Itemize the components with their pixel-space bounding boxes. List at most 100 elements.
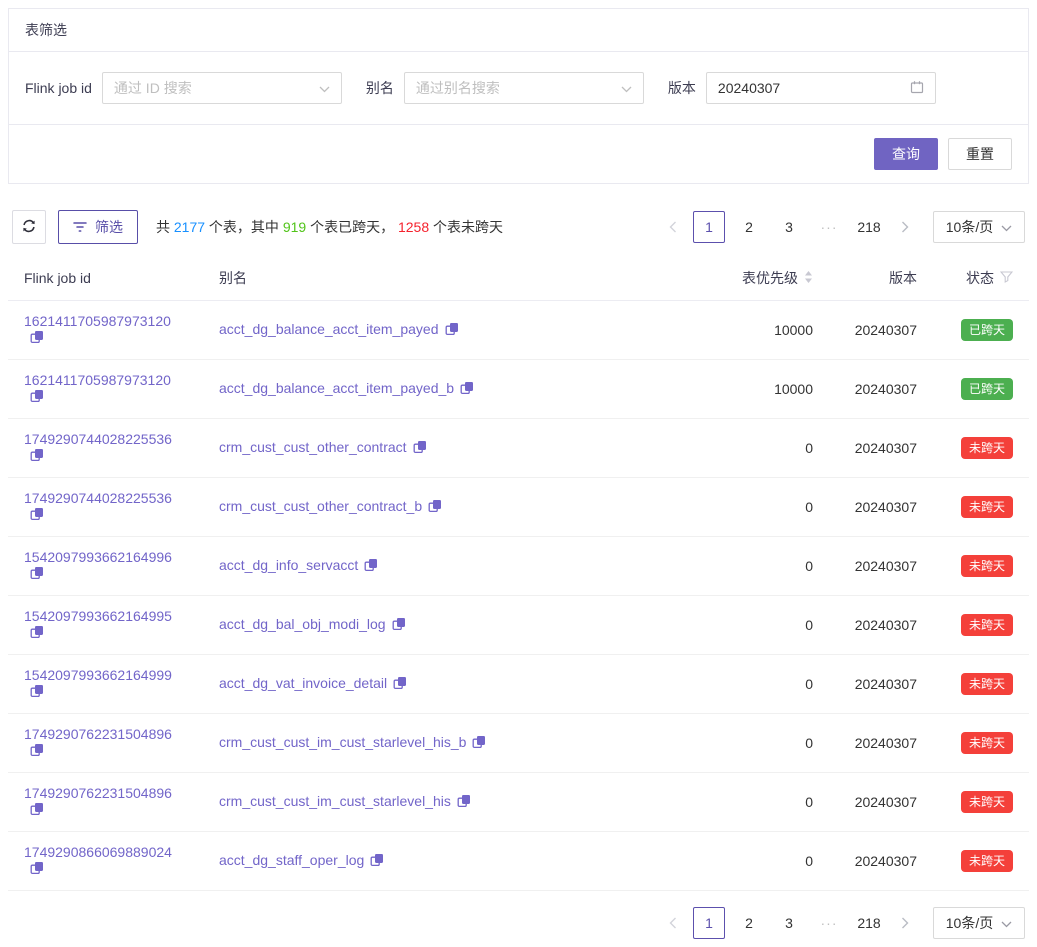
cell-version: 20240307 xyxy=(829,478,933,537)
copy-icon[interactable] xyxy=(30,685,44,701)
flink-job-id-link[interactable]: 1749290744028225536 xyxy=(24,431,172,447)
field-alias: 别名 通过别名搜索 xyxy=(366,72,644,104)
cell-priority: 0 xyxy=(679,714,829,773)
flink-job-id-link[interactable]: 1542097993662164995 xyxy=(24,608,172,624)
status-badge: 未跨天 xyxy=(961,496,1013,518)
cell-version: 20240307 xyxy=(829,773,933,832)
flink-job-id-link[interactable]: 1749290744028225536 xyxy=(24,490,172,506)
toolbar: 筛选 共 2177 个表，其中 919 个表已跨天， 1258 个表未跨天 12… xyxy=(8,210,1029,244)
copy-icon[interactable] xyxy=(30,331,44,347)
page-size-select[interactable]: 10条/页 xyxy=(933,907,1025,939)
copy-icon[interactable] xyxy=(472,736,486,752)
alias-link[interactable]: acct_dg_bal_obj_modi_log xyxy=(219,616,386,632)
status-badge: 未跨天 xyxy=(961,555,1013,577)
copy-icon[interactable] xyxy=(393,677,407,693)
summary-part3: 个表已跨天， xyxy=(306,219,398,235)
status-badge: 未跨天 xyxy=(961,614,1013,636)
table-container: Flink job id 别名 表优先级 xyxy=(8,256,1029,891)
cell-alias: acct_dg_bal_obj_modi_log xyxy=(203,596,679,655)
alias-link[interactable]: acct_dg_info_servacct xyxy=(219,557,358,573)
copy-icon[interactable] xyxy=(30,803,44,819)
alias-link[interactable]: acct_dg_balance_acct_item_payed xyxy=(219,321,439,337)
page-item-1[interactable]: 1 xyxy=(693,907,725,939)
prev-page-icon[interactable] xyxy=(661,211,685,243)
sorter-icon[interactable] xyxy=(804,270,813,287)
copy-icon[interactable] xyxy=(364,559,378,575)
header-priority-label: 表优先级 xyxy=(742,268,798,288)
page-item-2[interactable]: 2 xyxy=(733,907,765,939)
copy-icon[interactable] xyxy=(428,500,442,516)
page-item-3[interactable]: 3 xyxy=(773,211,805,243)
copy-icon[interactable] xyxy=(370,854,384,870)
reset-button[interactable]: 重置 xyxy=(948,138,1012,170)
page-item-218[interactable]: 218 xyxy=(853,211,885,243)
cell-flink-job-id: 1749290866069889024 xyxy=(8,832,203,891)
flink-job-id-link[interactable]: 1621411705987973120 xyxy=(24,313,171,329)
copy-icon[interactable] xyxy=(30,390,44,406)
copy-icon[interactable] xyxy=(30,626,44,642)
status-badge: 已跨天 xyxy=(961,378,1013,400)
table-row: 1621411705987973120 acct_dg_balance_acct… xyxy=(8,360,1029,419)
alias-link[interactable]: crm_cust_cust_im_cust_starlevel_his xyxy=(219,793,451,809)
funnel-filter-icon[interactable] xyxy=(1000,270,1013,286)
page-item-2[interactable]: 2 xyxy=(733,211,765,243)
chevron-down-icon xyxy=(1001,219,1012,235)
cell-flink-job-id: 1621411705987973120 xyxy=(8,301,203,360)
alias-link[interactable]: crm_cust_cust_im_cust_starlevel_his_b xyxy=(219,734,466,750)
header-priority[interactable]: 表优先级 xyxy=(679,256,829,301)
flink-job-id-link[interactable]: 1542097993662164996 xyxy=(24,549,172,565)
page-size-select[interactable]: 10条/页 xyxy=(933,211,1025,243)
copy-icon[interactable] xyxy=(30,567,44,583)
next-page-icon[interactable] xyxy=(893,907,917,939)
cell-alias: crm_cust_cust_im_cust_starlevel_his_b xyxy=(203,714,679,773)
cell-flink-job-id: 1749290762231504896 xyxy=(8,714,203,773)
table-row: 1749290866069889024 acct_dg_staff_oper_l… xyxy=(8,832,1029,891)
page-item-3[interactable]: 3 xyxy=(773,907,805,939)
copy-icon[interactable] xyxy=(30,449,44,465)
table-row: 1621411705987973120 acct_dg_balance_acct… xyxy=(8,301,1029,360)
flink-job-id-link[interactable]: 1749290866069889024 xyxy=(24,844,172,860)
query-button[interactable]: 查询 xyxy=(874,138,938,170)
copy-icon[interactable] xyxy=(460,382,474,398)
page-item-1[interactable]: 1 xyxy=(693,211,725,243)
alias-link[interactable]: acct_dg_staff_oper_log xyxy=(219,852,364,868)
alias-label: 别名 xyxy=(366,78,394,98)
copy-icon[interactable] xyxy=(30,744,44,760)
status-badge: 未跨天 xyxy=(961,732,1013,754)
alias-select[interactable]: 通过别名搜索 xyxy=(404,72,644,104)
refresh-button[interactable] xyxy=(12,210,46,244)
filter-button-label: 筛选 xyxy=(95,217,123,237)
page-item-218[interactable]: 218 xyxy=(853,907,885,939)
alias-link[interactable]: crm_cust_cust_other_contract_b xyxy=(219,498,422,514)
alias-link[interactable]: acct_dg_vat_invoice_detail xyxy=(219,675,387,691)
filter-button[interactable]: 筛选 xyxy=(58,210,138,244)
alias-link[interactable]: crm_cust_cust_other_contract xyxy=(219,439,407,455)
cell-flink-job-id: 1542097993662164995 xyxy=(8,596,203,655)
copy-icon[interactable] xyxy=(392,618,406,634)
cell-status: 未跨天 xyxy=(933,596,1029,655)
status-badge: 未跨天 xyxy=(961,673,1013,695)
filter-fields-row: Flink job id 通过 ID 搜索 别名 通过别名搜索 xyxy=(9,52,1028,125)
copy-icon[interactable] xyxy=(445,323,459,339)
copy-icon[interactable] xyxy=(30,862,44,878)
flink-job-id-select[interactable]: 通过 ID 搜索 xyxy=(102,72,342,104)
cell-status: 未跨天 xyxy=(933,773,1029,832)
field-version: 版本 20240307 xyxy=(668,72,936,104)
flink-job-id-link[interactable]: 1621411705987973120 xyxy=(24,372,171,388)
flink-job-id-link[interactable]: 1542097993662164999 xyxy=(24,667,172,683)
copy-icon[interactable] xyxy=(457,795,471,811)
table-row: 1542097993662164996 acct_dg_info_servacc… xyxy=(8,537,1029,596)
next-page-icon[interactable] xyxy=(893,211,917,243)
flink-job-id-link[interactable]: 1749290762231504896 xyxy=(24,785,172,801)
flink-job-id-link[interactable]: 1749290762231504896 xyxy=(24,726,172,742)
table-header-row: Flink job id 别名 表优先级 xyxy=(8,256,1029,301)
copy-icon[interactable] xyxy=(413,441,427,457)
filter-actions-row: 查询 重置 xyxy=(9,125,1028,183)
cell-version: 20240307 xyxy=(829,655,933,714)
header-status[interactable]: 状态 xyxy=(933,256,1029,301)
alias-link[interactable]: acct_dg_balance_acct_item_payed_b xyxy=(219,380,454,396)
header-version: 版本 xyxy=(829,256,933,301)
copy-icon[interactable] xyxy=(30,508,44,524)
prev-page-icon[interactable] xyxy=(661,907,685,939)
version-date-input[interactable]: 20240307 xyxy=(706,72,936,104)
